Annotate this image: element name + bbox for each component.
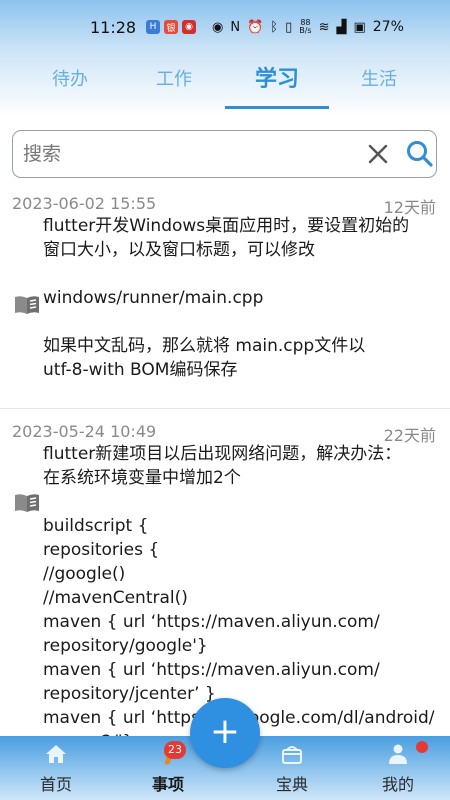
app-notification-icon: H xyxy=(146,20,160,34)
net-speed-unit: B/s xyxy=(299,26,312,35)
note-card[interactable]: 2023-05-24 10:49 22天前 flutter新建项目以后出现网络问… xyxy=(0,416,450,776)
category-tabs: 待办 工作 学习 生活 xyxy=(0,62,450,110)
battery-saver-icon: ▣ xyxy=(353,19,366,35)
note-card[interactable]: 2023-06-02 15:55 12天前 flutter开发Windows桌面… xyxy=(0,186,450,406)
eye-icon: ◉ xyxy=(212,19,224,35)
treasure-box-icon xyxy=(282,746,302,764)
status-indicators: ◉ N ⏰ ᛒ ▯ 88 B/s ≋ ▟ ▣ 27% xyxy=(212,19,404,36)
status-time: 11:28 xyxy=(90,18,137,37)
tab-todo[interactable]: 待办 xyxy=(14,62,126,102)
home-icon xyxy=(46,745,66,763)
status-bar: 11:28 H 银 ◉ ◉ N ⏰ ᛒ ▯ 88 B/s ≋ ▟ ▣ 27% xyxy=(0,16,450,42)
tasks-count-badge: 23 xyxy=(164,741,186,759)
battery-percent: 27% xyxy=(372,19,404,35)
tab-study[interactable]: 学习 xyxy=(221,62,333,102)
note-datetime: 2023-06-02 15:55 xyxy=(12,194,157,213)
notification-icons: H 银 ◉ xyxy=(146,20,196,34)
alarm-icon: ⏰ xyxy=(247,19,264,35)
vibrate-icon: ▯ xyxy=(285,19,293,35)
nav-tasks-label: 事项 xyxy=(151,775,184,794)
bank-notification-icon: 银 xyxy=(164,20,178,34)
nfc-icon: N xyxy=(230,19,241,35)
add-note-button[interactable]: + xyxy=(190,698,260,768)
nav-mine[interactable]: 我的 xyxy=(342,736,450,800)
search-bar xyxy=(12,130,437,178)
clear-icon[interactable] xyxy=(365,141,391,167)
book-icon xyxy=(15,494,39,512)
search-input[interactable] xyxy=(23,139,363,169)
search-icon[interactable] xyxy=(405,139,435,169)
person-icon xyxy=(389,744,407,764)
nav-home-label: 首页 xyxy=(39,775,72,794)
notification-dot xyxy=(416,741,428,753)
note-content: flutter开发Windows桌面应用时，要设置初始的 窗口大小，以及窗口标题… xyxy=(43,216,410,380)
header: 11:28 H 银 ◉ ◉ N ⏰ ᛒ ▯ 88 B/s ≋ ▟ ▣ 27% 待… xyxy=(0,0,450,116)
card-divider xyxy=(0,408,450,409)
signal-icon: ▟ xyxy=(336,19,347,35)
tab-work[interactable]: 工作 xyxy=(118,62,230,102)
nav-treasure-label: 宝典 xyxy=(275,775,308,794)
battery: 27% xyxy=(373,19,404,35)
add-icon: + xyxy=(209,711,241,752)
wifi-icon: ≋ xyxy=(318,19,330,35)
active-tab-indicator xyxy=(225,106,329,109)
net-speed: 88 B/s xyxy=(299,19,311,35)
note-datetime: 2023-05-24 10:49 xyxy=(12,422,157,441)
tab-life[interactable]: 生活 xyxy=(323,62,435,102)
bluetooth-icon: ᛒ xyxy=(270,19,279,35)
nav-home[interactable]: 首页 xyxy=(0,736,112,800)
alert-notification-icon: ◉ xyxy=(182,20,196,34)
book-icon xyxy=(15,296,39,314)
nav-mine-label: 我的 xyxy=(381,775,414,794)
